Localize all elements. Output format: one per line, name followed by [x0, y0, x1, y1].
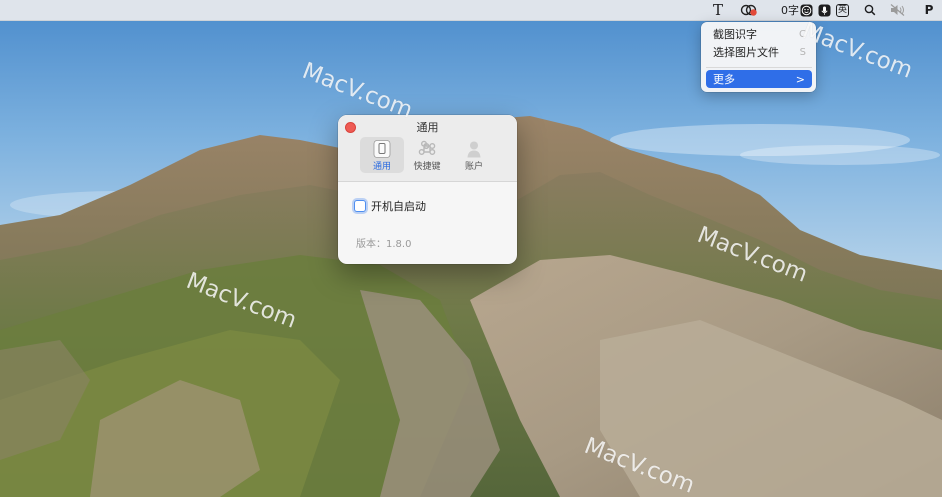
- microphone-icon[interactable]: [817, 0, 831, 20]
- launch-at-login-label[interactable]: 开机自启动: [371, 198, 426, 214]
- p-app-icon[interactable]: P: [922, 0, 936, 20]
- menu-separator: [706, 67, 812, 68]
- tab-general[interactable]: 通用: [360, 137, 404, 173]
- menu-bar: T 0字 英 P: [0, 0, 942, 21]
- preferences-toolbar: 通用 通用 快捷键 账户: [338, 115, 517, 182]
- input-method-indicator[interactable]: 英: [835, 0, 850, 20]
- tab-shortcuts[interactable]: 快捷键: [405, 137, 449, 173]
- phone-icon: [373, 140, 391, 158]
- text-tool-icon[interactable]: T: [710, 0, 726, 20]
- emoji-face-icon[interactable]: [799, 0, 813, 20]
- preferences-window: 通用 通用 快捷键 账户 开机自启动 版本：1.8.0: [338, 115, 517, 264]
- window-title: 通用: [416, 121, 439, 134]
- tab-label: 快捷键: [413, 162, 441, 172]
- menu-item-label: 截图识字: [713, 28, 757, 41]
- colorful-dots-icon[interactable]: [739, 0, 759, 20]
- user-silhouette-icon: [467, 141, 481, 158]
- muted-speaker-icon[interactable]: [889, 0, 907, 20]
- status-menu-dropdown: 截图识字 C 选择图片文件 S 更多 >: [701, 22, 816, 92]
- menu-item-label: 选择图片文件: [713, 46, 779, 59]
- tab-account[interactable]: 账户: [452, 137, 496, 173]
- magnifier-icon[interactable]: [863, 0, 877, 20]
- chevron-right-icon: >: [795, 72, 805, 86]
- command-key-icon: [418, 140, 436, 156]
- desktop: T 0字 英 P 截图识字 C 选择图片文件 S 更多 > 通用 通用 快捷键 …: [0, 0, 942, 497]
- version-label: 版本：1.8.0: [356, 239, 412, 250]
- menu-item-shortcut: S: [799, 46, 806, 58]
- tab-label: 账户: [464, 162, 483, 172]
- input-method-label: 英: [836, 3, 849, 17]
- menu-item-screenshot-ocr[interactable]: 截图识字 C: [706, 25, 812, 43]
- tab-label: 通用: [372, 162, 391, 172]
- launch-at-login-row[interactable]: 开机自启动: [354, 197, 426, 215]
- launch-at-login-checkbox[interactable]: [354, 200, 366, 212]
- word-count-indicator[interactable]: 0字: [779, 0, 801, 20]
- menu-item-more[interactable]: 更多 >: [706, 70, 812, 88]
- menu-item-choose-image-file[interactable]: 选择图片文件 S: [706, 43, 812, 61]
- menu-item-label: 更多: [713, 73, 735, 86]
